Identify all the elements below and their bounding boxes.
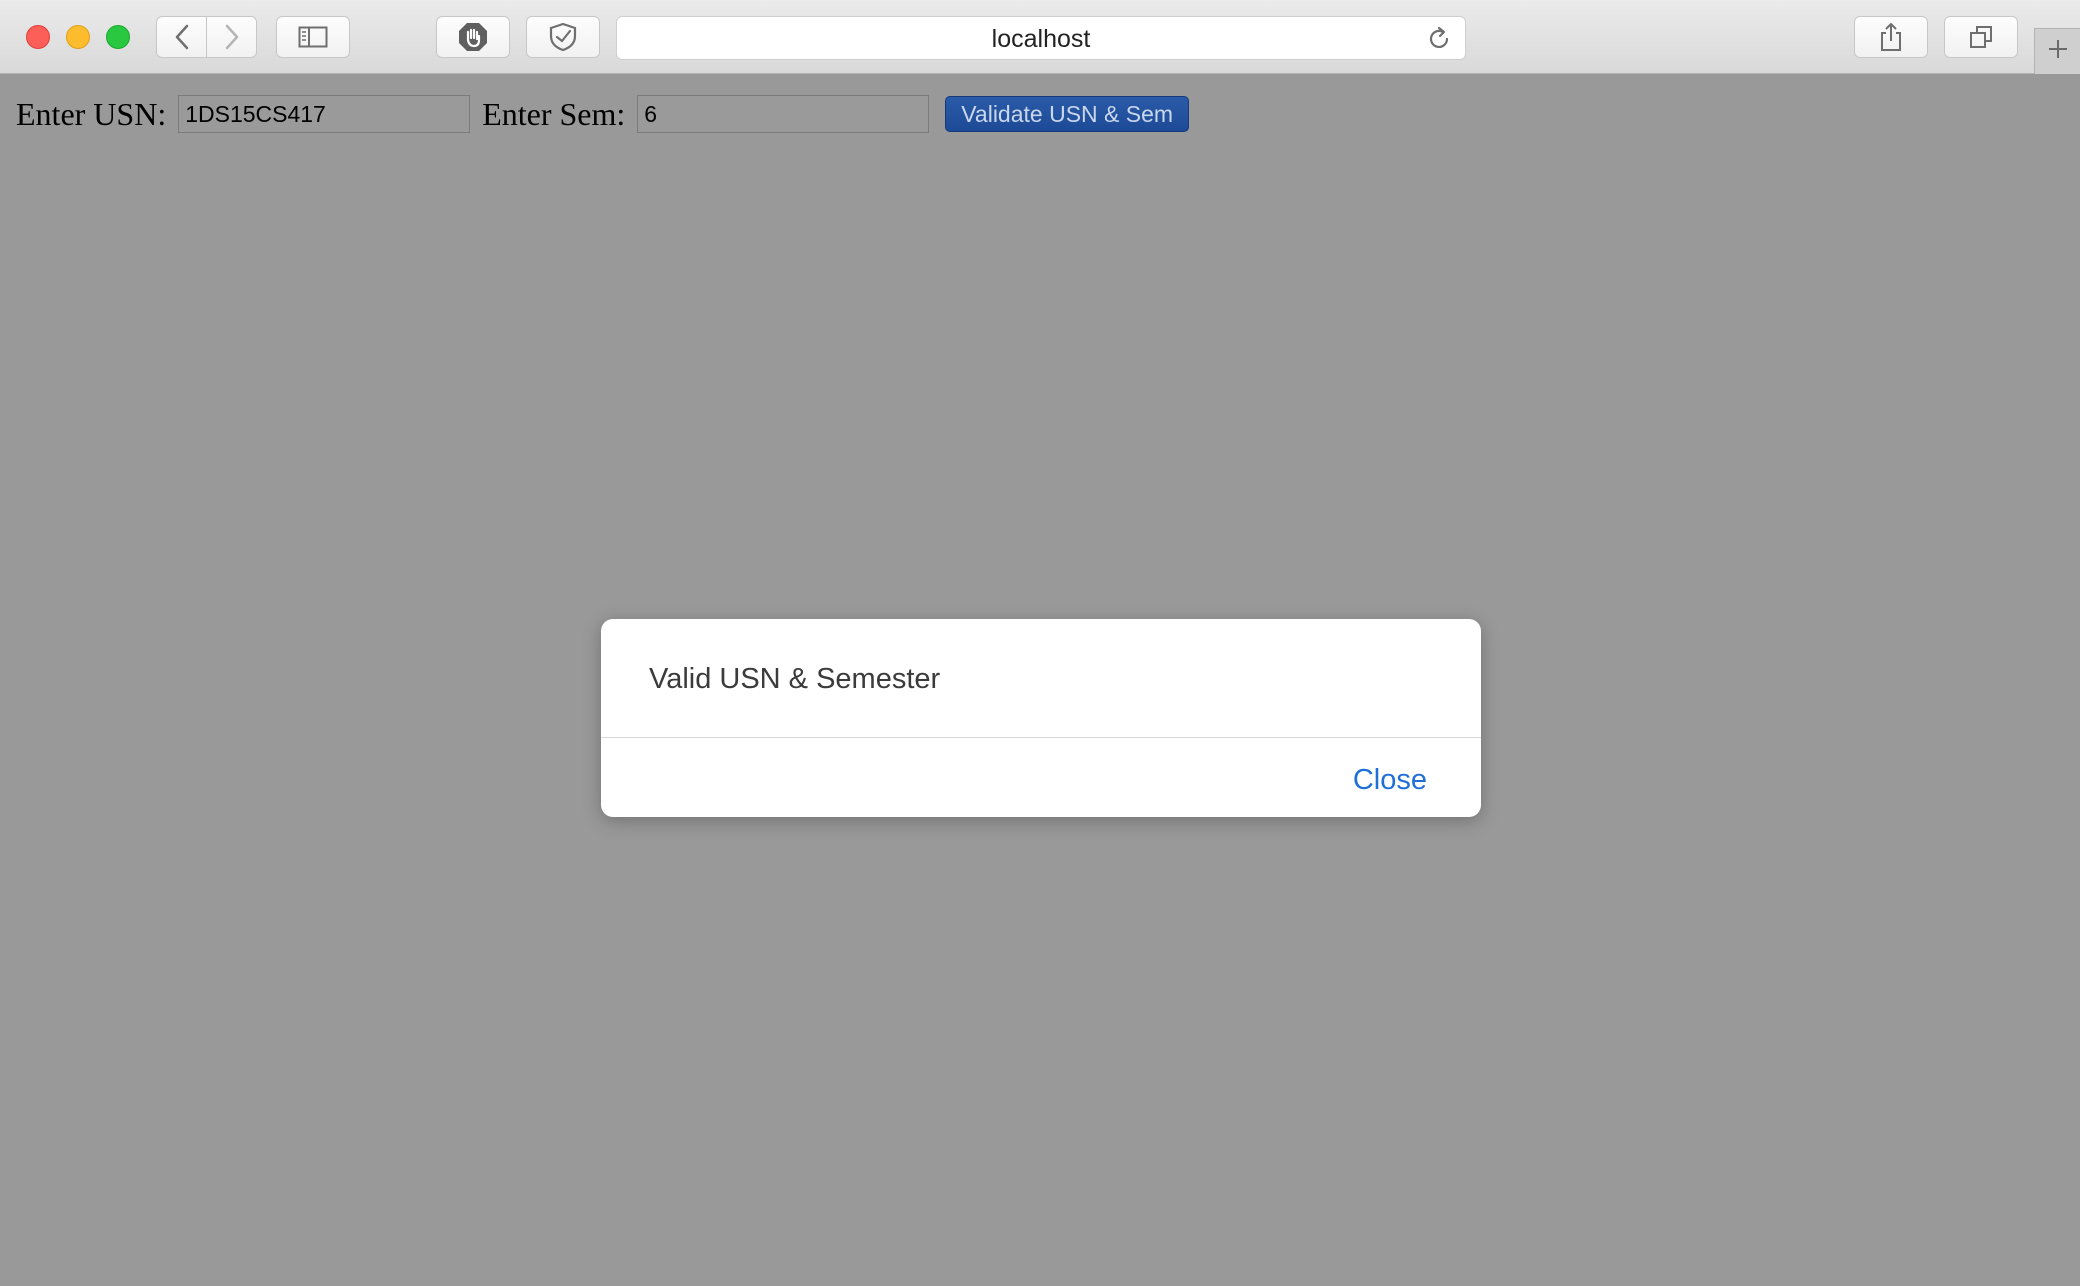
content-blocker-button[interactable]: [436, 16, 510, 58]
sem-input[interactable]: 6: [637, 95, 930, 133]
new-tab-button[interactable]: [2034, 28, 2080, 74]
privacy-extension-button[interactable]: [526, 16, 600, 58]
usn-form: Enter USN: 1DS15CS417 Enter Sem: 6 Valid…: [16, 94, 1190, 134]
alert-dialog: Valid USN & Semester Close: [601, 619, 1481, 817]
sidebar-icon: [298, 26, 328, 48]
browser-window: localhost Enter USN: 1DS15CS417 Enter Se: [0, 0, 2080, 1286]
window-zoom-button[interactable]: [106, 25, 130, 49]
back-button[interactable]: [156, 16, 207, 58]
hand-stop-icon: [458, 22, 488, 52]
window-close-button[interactable]: [26, 25, 50, 49]
dialog-divider: [601, 737, 1481, 738]
shield-icon: [548, 22, 578, 52]
tabs-icon: [1968, 24, 1994, 50]
address-bar[interactable]: localhost: [616, 16, 1466, 60]
plus-icon: [2047, 38, 2069, 65]
forward-button[interactable]: [206, 16, 257, 58]
window-minimize-button[interactable]: [66, 25, 90, 49]
browser-toolbar: localhost: [0, 0, 2080, 74]
address-url: localhost: [991, 25, 1091, 53]
back-icon: [172, 24, 192, 50]
show-tabs-button[interactable]: [1944, 16, 2018, 58]
share-button[interactable]: [1854, 16, 1928, 58]
sem-label: Enter Sem:: [482, 95, 626, 132]
forward-icon: [222, 24, 242, 50]
validate-button[interactable]: Validate USN & Sem: [945, 96, 1190, 132]
page-content: Enter USN: 1DS15CS417 Enter Sem: 6 Valid…: [0, 74, 2080, 1286]
share-icon: [1878, 22, 1904, 52]
usn-label: Enter USN:: [16, 95, 167, 132]
dialog-close-button[interactable]: Close: [1353, 764, 1427, 797]
usn-input[interactable]: 1DS15CS417: [178, 95, 471, 133]
dialog-message: Valid USN & Semester: [649, 663, 941, 695]
sidebar-toggle-button[interactable]: [276, 16, 350, 58]
reload-icon[interactable]: [1425, 25, 1453, 53]
